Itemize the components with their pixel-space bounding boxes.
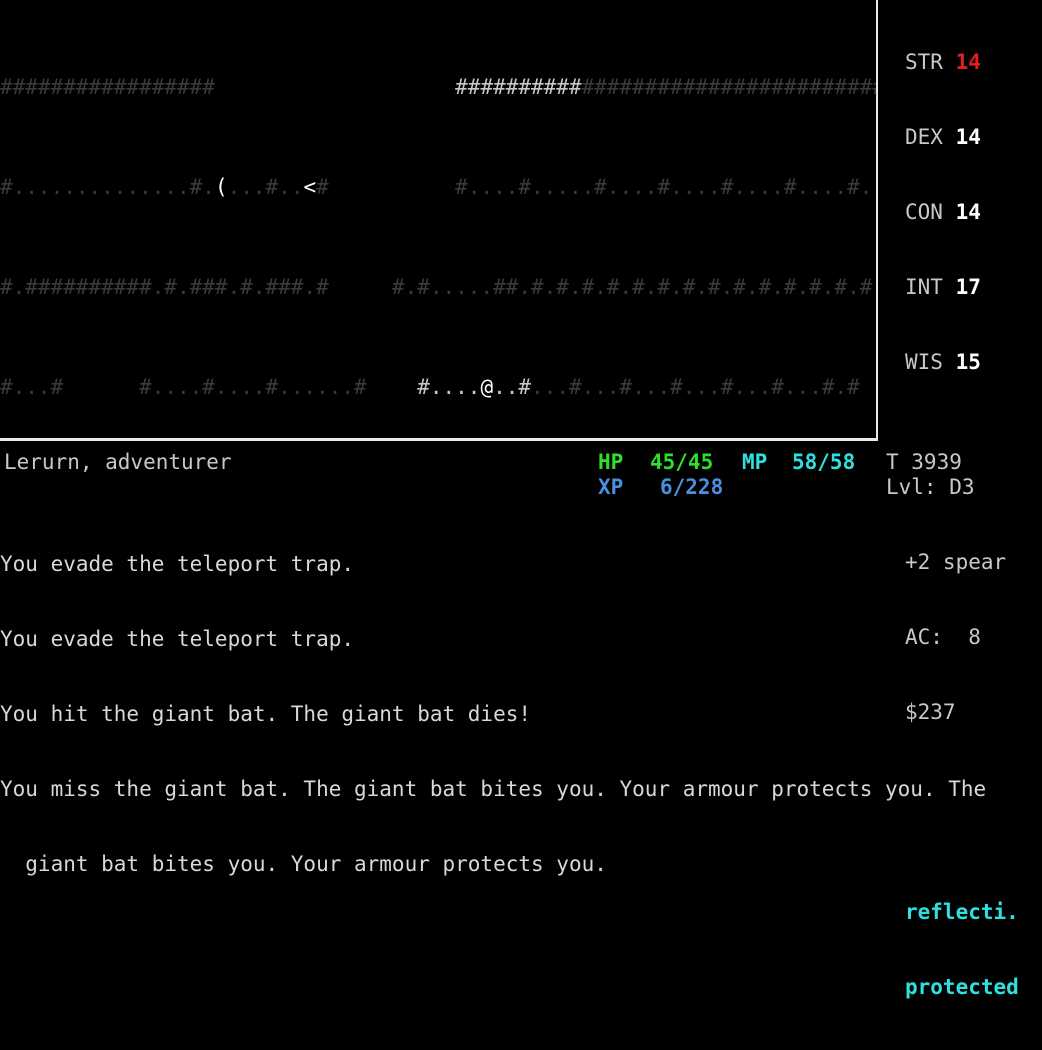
vertical-separator <box>876 0 878 441</box>
map-cells: #...# #....#....#......# <box>0 375 392 399</box>
message-line: You evade the teleport trap. <box>0 627 355 651</box>
message-line: giant bat bites you. Your armour protect… <box>0 852 607 876</box>
stat-value-str: 14 <box>955 50 981 74</box>
map-cells: ################# <box>0 75 215 99</box>
character-name: Lerurn, adventurer <box>4 450 232 474</box>
message-log[interactable]: You evade the teleport trap. You evade t… <box>0 502 1042 876</box>
stat-value-dex: 14 <box>955 125 981 149</box>
stat-label-int: INT <box>905 275 943 299</box>
map-row: #..............#.(...#..<# #....#.....#.… <box>0 175 878 200</box>
status-badge-protected: protected <box>905 975 1042 1000</box>
hp-value: 45/45 <box>650 450 714 474</box>
stat-label-str: STR <box>905 50 943 74</box>
stat-label-wis: WIS <box>905 350 943 374</box>
map-cells: ############################## <box>581 75 878 99</box>
stat-value-con: 14 <box>955 200 981 224</box>
stat-row-str: STR 14 <box>905 50 1042 75</box>
upstairs-glyph[interactable]: < <box>303 175 316 199</box>
stat-label-dex: DEX <box>905 125 943 149</box>
stat-value-wis: 15 <box>955 350 981 374</box>
xp-value: 6/228 <box>660 475 724 499</box>
message-line: You hit the giant bat. The giant bat die… <box>0 702 532 726</box>
map-cells: #.##########.#.###.#.###.# #.#.....##.#.… <box>0 275 878 299</box>
map-row: ################# ######################… <box>0 75 878 100</box>
map-cells-lit: #.... <box>391 375 481 399</box>
map-cells: ...#...#...#...#...#...#.# <box>531 375 860 399</box>
status-reflection-label: reflecti. <box>905 900 1019 924</box>
map-cells <box>215 75 455 99</box>
message-line: You evade the teleport trap. <box>0 552 355 576</box>
map-row: #.##########.#.###.#.###.# #.#.....##.#.… <box>0 275 878 300</box>
dungeon-map[interactable]: ################# ######################… <box>0 0 878 438</box>
stat-value-int: 17 <box>955 275 981 299</box>
hp-label: HP <box>598 450 624 474</box>
status-protected-label: protected <box>905 975 1019 999</box>
stat-row-int: INT 17 <box>905 275 1042 300</box>
map-cells-lit: ..# <box>493 375 532 399</box>
player-glyph[interactable]: @ <box>480 375 493 399</box>
status-line: Lerurn, adventurer HP 45/45 MP 58/58 T 3… <box>0 450 1042 500</box>
map-cells: ...#.. <box>227 175 304 199</box>
horizontal-separator <box>0 438 878 441</box>
stat-row-wis: WIS 15 <box>905 350 1042 375</box>
stat-label-con: CON <box>905 200 943 224</box>
map-cells: # #....#.....#....#....#....#....#......… <box>316 175 878 199</box>
map-row: #...# #....#....#......# #....@..#...#..… <box>0 375 878 400</box>
mp-label: MP <box>742 450 768 474</box>
stat-row-dex: DEX 14 <box>905 125 1042 150</box>
xp-label: XP <box>598 475 624 499</box>
message-line: You miss the giant bat. The giant bat bi… <box>0 777 987 801</box>
game-screen: ################# ######################… <box>0 0 1042 999</box>
map-cells: #..............#. <box>0 175 215 199</box>
stat-row-con: CON 14 <box>905 200 1042 225</box>
item-glyph[interactable]: ( <box>215 175 228 199</box>
sidebar-panel: STR 14 DEX 14 CON 14 INT 17 WIS 15 +2 sp… <box>905 0 1042 999</box>
mp-value: 58/58 <box>792 450 856 474</box>
map-cells-lit: ########## <box>455 75 582 99</box>
turn-counter: T 3939 <box>886 450 962 474</box>
status-badge-reflection: reflecti. <box>905 900 1042 925</box>
dungeon-level: Lvl: D3 <box>886 475 975 499</box>
